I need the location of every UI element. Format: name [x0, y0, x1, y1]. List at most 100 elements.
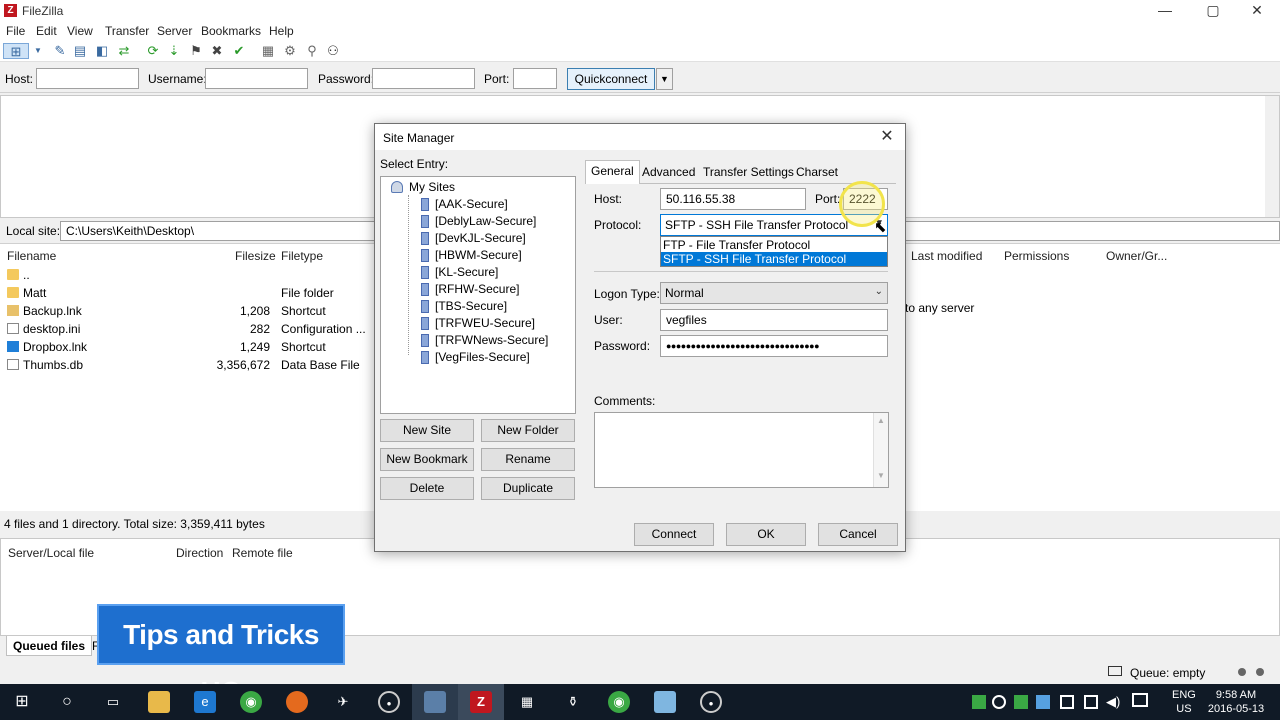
tree-item[interactable]: [DeblyLaw-Secure]	[421, 213, 571, 230]
column-remote-file[interactable]: Remote file	[232, 546, 293, 560]
maximize-button[interactable]: ▢	[1190, 0, 1236, 22]
site-host-input[interactable]: 50.116.55.38	[660, 188, 806, 210]
clock[interactable]: 9:58 AM 2016-05-13	[1206, 688, 1266, 716]
remote-tree-icon[interactable]: ◧	[94, 43, 110, 59]
tray-icon[interactable]	[972, 695, 986, 709]
tree-item[interactable]: [KL-Secure]	[421, 264, 571, 281]
tree-item[interactable]: [TRFWEU-Secure]	[421, 315, 571, 332]
site-manager-icon[interactable]: ⊞	[3, 43, 29, 59]
dialog-close-button[interactable]: ✕	[875, 127, 899, 147]
site-manager-dropdown-icon[interactable]: ▼	[30, 43, 46, 59]
protocol-dropdown-list[interactable]: FTP - File Transfer Protocol SFTP - SSH …	[660, 236, 888, 267]
file-row[interactable]: Backup.lnk 1,208 Shortcut	[0, 302, 375, 320]
protocol-option-sftp[interactable]: SFTP - SSH File Transfer Protocol	[661, 252, 887, 266]
delete-button[interactable]: Delete	[380, 477, 474, 500]
menu-file[interactable]: File	[6, 24, 25, 38]
new-bookmark-button[interactable]: New Bookmark	[380, 448, 474, 471]
chrome-icon[interactable]: ◉	[608, 691, 630, 713]
cancel-button[interactable]: Cancel	[818, 523, 898, 546]
rename-button[interactable]: Rename	[481, 448, 575, 471]
protocol-option-ftp[interactable]: FTP - File Transfer Protocol	[661, 238, 887, 252]
remote-file-list[interactable]: Last modified Permissions Owner/Gr... to…	[905, 243, 1280, 511]
volume-icon[interactable]: ◀)	[1106, 694, 1120, 710]
site-tree[interactable]: My Sites [AAK-Secure] [DeblyLaw-Secure] …	[380, 176, 576, 414]
process-queue-icon[interactable]: ⇣	[166, 43, 182, 59]
comparison-icon[interactable]: ⚙	[282, 43, 298, 59]
search-icon[interactable]: ⚇	[325, 43, 341, 59]
minimize-button[interactable]: —	[1142, 0, 1188, 22]
new-site-button[interactable]: New Site	[380, 419, 474, 442]
comments-textarea[interactable]: ▲ ▼	[594, 412, 889, 488]
taskbar-filezilla-slot[interactable]: Z	[458, 684, 504, 720]
tree-item[interactable]: [VegFiles-Secure]	[421, 349, 571, 366]
file-row[interactable]: Thumbs.db 3,356,672 Data Base File	[0, 356, 375, 374]
tree-item[interactable]: [RFHW-Secure]	[421, 281, 571, 298]
file-row[interactable]: desktop.ini 282 Configuration ...	[0, 320, 375, 338]
reconnect-icon[interactable]: ✔	[231, 43, 247, 59]
edge-icon[interactable]: e	[194, 691, 216, 713]
calculator-icon[interactable]: ▦	[516, 691, 538, 713]
column-filename[interactable]: Filename	[7, 249, 56, 263]
cancel-operation-icon[interactable]: ⚑	[188, 43, 204, 59]
chrome-icon[interactable]: ◉	[240, 691, 262, 713]
cortana-icon[interactable]: ○	[56, 691, 78, 713]
file-row[interactable]: Dropbox.lnk 1,249 Shortcut	[0, 338, 375, 356]
tree-item[interactable]: [DevKJL-Secure]	[421, 230, 571, 247]
app-icon[interactable]: ⚱	[562, 691, 584, 713]
tab-charset[interactable]: Charset	[791, 162, 843, 184]
duplicate-button[interactable]: Duplicate	[481, 477, 575, 500]
file-row[interactable]: ..	[0, 266, 375, 284]
host-input[interactable]	[36, 68, 139, 89]
refresh-icon[interactable]: ⟳	[145, 43, 161, 59]
tree-item[interactable]: [AAK-Secure]	[421, 196, 571, 213]
tree-item[interactable]: [TRFWNews-Secure]	[421, 332, 571, 349]
file-explorer-icon[interactable]	[148, 691, 170, 713]
local-tree-icon[interactable]: ▤	[72, 43, 88, 59]
taskbar-active-slot[interactable]	[412, 684, 458, 720]
password-input[interactable]	[372, 68, 475, 89]
column-filesize[interactable]: Filesize	[235, 249, 276, 263]
new-folder-button[interactable]: New Folder	[481, 419, 575, 442]
remote-path-input[interactable]	[905, 221, 1280, 241]
comments-scrollbar[interactable]: ▲ ▼	[873, 413, 888, 487]
tray-icon[interactable]	[1060, 695, 1074, 709]
tray-icon[interactable]	[1036, 695, 1050, 709]
username-input[interactable]	[205, 68, 308, 89]
tree-root[interactable]: My Sites	[391, 179, 541, 196]
tab-general[interactable]: General	[585, 160, 640, 184]
menu-bookmarks[interactable]: Bookmarks	[201, 24, 261, 38]
tray-icon[interactable]	[1014, 695, 1028, 709]
user-input[interactable]: vegfiles	[660, 309, 888, 331]
menu-server[interactable]: Server	[157, 24, 192, 38]
tray-icon[interactable]	[992, 695, 1006, 709]
column-server-local-file[interactable]: Server/Local file	[8, 546, 94, 560]
file-row[interactable]: Matt File folder	[0, 284, 375, 302]
quickconnect-dropdown-button[interactable]: ▼	[656, 68, 673, 90]
menu-transfer[interactable]: Transfer	[105, 24, 149, 38]
logon-type-select[interactable]: Normal ⌄	[660, 282, 888, 304]
close-window-button[interactable]: ✕	[1234, 0, 1280, 22]
tab-queued-files[interactable]: Queued files	[6, 636, 93, 656]
directory-listing-filters-icon[interactable]: ▦	[260, 43, 276, 59]
column-direction[interactable]: Direction	[176, 546, 223, 560]
connect-button[interactable]: Connect	[634, 523, 714, 546]
task-view-icon[interactable]: ▭	[102, 691, 124, 713]
app-icon[interactable]: •	[378, 691, 400, 713]
port-input[interactable]	[513, 68, 557, 89]
tab-advanced[interactable]: Advanced	[637, 162, 700, 184]
column-last-modified[interactable]: Last modified	[911, 249, 982, 263]
column-owner-group[interactable]: Owner/Gr...	[1106, 249, 1167, 263]
message-log-scrollbar[interactable]	[1265, 96, 1279, 217]
app-icon[interactable]: •	[700, 691, 722, 713]
transfer-queue-icon[interactable]: ⇄	[116, 43, 132, 59]
menu-edit[interactable]: Edit	[36, 24, 57, 38]
action-center-icon[interactable]	[1132, 693, 1148, 707]
menu-view[interactable]: View	[67, 24, 93, 38]
windows-start-icon[interactable]: ⊞	[11, 691, 33, 713]
column-filetype[interactable]: Filetype	[281, 249, 323, 263]
menu-help[interactable]: Help	[269, 24, 294, 38]
password-input[interactable]: ●●●●●●●●●●●●●●●●●●●●●●●●●●●●●●●	[660, 335, 888, 357]
message-log-icon[interactable]: ✎	[52, 43, 68, 59]
language-indicator[interactable]: ENG US	[1172, 688, 1196, 716]
tab-transfer-settings[interactable]: Transfer Settings	[698, 162, 799, 184]
